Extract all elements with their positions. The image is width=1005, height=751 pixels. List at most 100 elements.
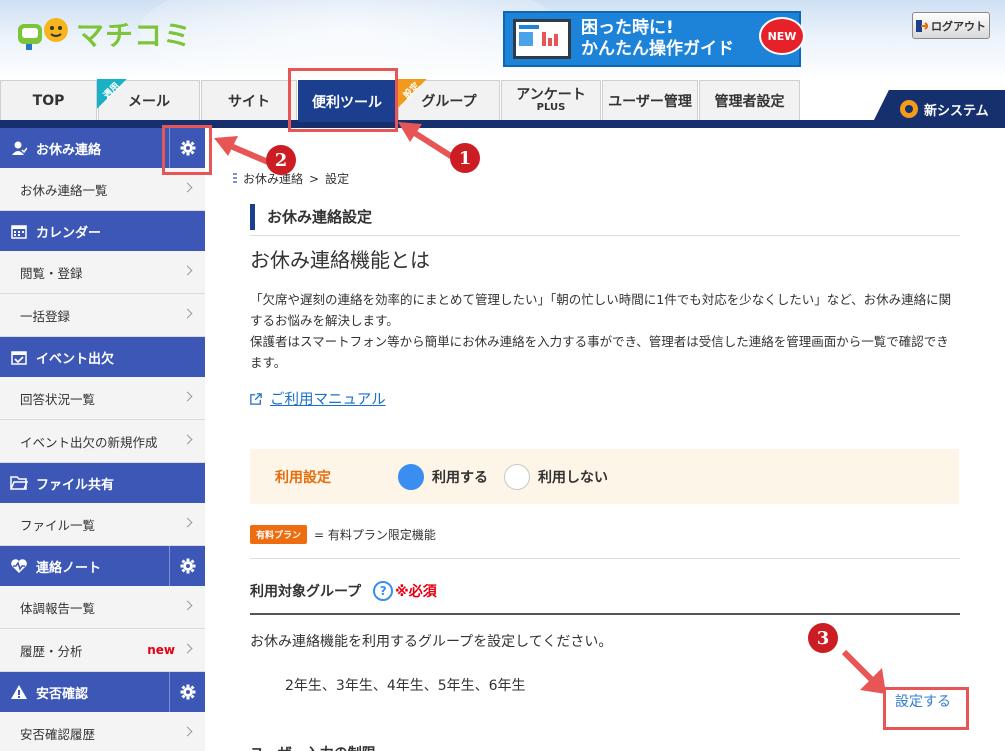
tab-badge-text: 週用 bbox=[102, 81, 122, 101]
new-system-label: 新システム bbox=[924, 103, 989, 119]
tab-badge: 週用 bbox=[97, 79, 127, 109]
tab-label: 管理者設定 bbox=[714, 93, 785, 110]
gear-icon bbox=[180, 684, 195, 700]
calendar-check-icon bbox=[10, 348, 28, 366]
tab-group[interactable]: 設定 グループ bbox=[397, 79, 500, 120]
header: マチコミ 困った時に! かんたん操作ガイド NEW ログアウト bbox=[0, 0, 1005, 80]
sidebar-section-safety[interactable]: 安否確認 bbox=[0, 672, 205, 712]
sidebar-item-label: 安否確認履歴 bbox=[20, 726, 96, 742]
sidebar-section-file-share[interactable]: ファイル共有 bbox=[0, 463, 205, 503]
sidebar-item-history-analysis[interactable]: 履歴・分析 new bbox=[0, 629, 205, 672]
tab-user-management[interactable]: ユーザー管理 bbox=[602, 80, 698, 120]
gear-icon bbox=[180, 558, 195, 574]
tab-label: ユーザー管理 bbox=[608, 93, 692, 110]
tab-badge: 設定 bbox=[397, 79, 427, 109]
manual-link-text: ご利用マニュアル bbox=[270, 392, 386, 408]
section-title: イベント出欠 bbox=[36, 351, 115, 367]
sidebar-item-label: 履歴・分析 bbox=[20, 643, 83, 659]
tab-label: TOP bbox=[32, 92, 65, 109]
section-title: カレンダー bbox=[36, 225, 102, 241]
tab-survey[interactable]: アンケート PLUS bbox=[501, 80, 601, 120]
sidebar-item-calendar-bulk[interactable]: 一括登録 bbox=[0, 294, 205, 337]
logo-text: マチコミ bbox=[76, 19, 193, 52]
sidebar-item-health-report[interactable]: 体調報告一覧 bbox=[0, 586, 205, 629]
chevron-right-icon bbox=[182, 517, 193, 528]
sidebar-item-label: 回答状況一覧 bbox=[20, 391, 96, 407]
sidebar-item-event-new[interactable]: イベント出欠の新規作成 bbox=[0, 420, 205, 463]
highlight-set-button bbox=[883, 687, 969, 730]
breadcrumb: お休み連絡 > 設定 bbox=[233, 170, 349, 187]
description-paragraph-2: 保護者はスマートフォン等から簡単にお休み連絡を入力する事ができ、管理者は受信した… bbox=[250, 334, 949, 370]
highlight-gear-button bbox=[162, 125, 212, 175]
feature-description: 「欠席や遅刻の連絡を効率的にまとめて管理したい」「朝の忙しい時間に1件でも対応を… bbox=[250, 289, 960, 373]
sidebar-section-calendar[interactable]: カレンダー bbox=[0, 211, 205, 251]
sidebar-section-contact-note[interactable]: 連絡ノート bbox=[0, 546, 205, 586]
tab-site[interactable]: サイト bbox=[201, 80, 297, 120]
banner-text: 困った時に! かんたん操作ガイド bbox=[581, 18, 734, 60]
tab-mail[interactable]: 週用 メール bbox=[97, 79, 200, 120]
tab-admin-settings[interactable]: 管理者設定 bbox=[699, 80, 800, 120]
chevron-right-icon bbox=[182, 600, 193, 611]
calendar-icon bbox=[10, 222, 28, 240]
logout-icon bbox=[916, 19, 928, 32]
use-setting-label: 利用設定 bbox=[275, 469, 331, 486]
paid-plan-note: 有料プラン = 有料プラン限定機能 bbox=[250, 525, 436, 544]
tab-top[interactable]: TOP bbox=[0, 80, 97, 120]
step-3-marker: 3 bbox=[808, 623, 838, 653]
use-on-radio[interactable] bbox=[398, 463, 424, 490]
use-off-label[interactable]: 利用しない bbox=[538, 467, 608, 487]
title-accent-bar bbox=[250, 203, 255, 230]
sidebar-item-label: ファイル一覧 bbox=[20, 517, 96, 533]
page-title: お休み連絡設定 bbox=[250, 198, 960, 236]
section-divider bbox=[250, 613, 960, 615]
sidebar-section-event[interactable]: イベント出欠 bbox=[0, 337, 205, 377]
chevron-right-icon bbox=[182, 434, 193, 445]
sidebar-item-label: イベント出欠の新規作成 bbox=[20, 434, 158, 450]
feature-heading: お休み連絡機能とは bbox=[250, 248, 430, 272]
tab-label: グループ bbox=[421, 93, 477, 110]
sidebar-item-calendar-view[interactable]: 閲覧・登録 bbox=[0, 251, 205, 294]
logout-label: ログアウト bbox=[931, 19, 986, 33]
target-group-label: 利用対象グループ bbox=[250, 584, 362, 600]
guide-banner[interactable]: 困った時に! かんたん操作ガイド NEW bbox=[503, 11, 805, 67]
section-title: ファイル共有 bbox=[36, 477, 115, 493]
sidebar-item-file-list[interactable]: ファイル一覧 bbox=[0, 503, 205, 546]
external-link-icon bbox=[250, 392, 262, 405]
tab-label: サイト bbox=[228, 93, 270, 110]
sidebar-item-label: お休み連絡一覧 bbox=[20, 182, 108, 198]
section-title: お休み連絡 bbox=[36, 142, 102, 158]
sidebar-item-label: 一括登録 bbox=[20, 308, 71, 324]
arrow-1-icon bbox=[398, 122, 456, 161]
divider bbox=[250, 558, 960, 559]
paid-plan-text: = 有料プラン限定機能 bbox=[314, 528, 436, 542]
highlight-tools-tab bbox=[288, 68, 398, 132]
tab-label: アンケート bbox=[516, 87, 586, 103]
heart-pulse-icon bbox=[10, 557, 28, 575]
breadcrumb-handle-icon bbox=[233, 172, 237, 185]
page-title-text: お休み連絡設定 bbox=[267, 208, 373, 226]
breadcrumb-current: 設定 bbox=[325, 172, 350, 186]
help-icon[interactable]: ? bbox=[373, 581, 394, 601]
warning-icon bbox=[10, 683, 28, 701]
use-off-radio[interactable] bbox=[504, 463, 530, 490]
safety-settings-gear-button[interactable] bbox=[169, 672, 205, 712]
logout-button[interactable]: ログアウト bbox=[912, 12, 990, 39]
step-1-marker: 1 bbox=[450, 143, 480, 173]
arrow-3-icon bbox=[841, 649, 886, 694]
new-system-link[interactable]: 新システム bbox=[870, 90, 1005, 128]
step-2-marker: 2 bbox=[266, 145, 296, 175]
sidebar-item-safety-history[interactable]: 安否確認履歴 bbox=[0, 712, 205, 751]
new-badge: new bbox=[147, 643, 175, 657]
manual-link[interactable]: ご利用マニュアル bbox=[250, 388, 386, 409]
person-icon bbox=[10, 139, 28, 157]
chevron-right-icon bbox=[182, 265, 193, 276]
sidebar-item-label: 体調報告一覧 bbox=[20, 600, 96, 616]
sidebar-item-event-status[interactable]: 回答状況一覧 bbox=[0, 377, 205, 420]
sidebar-item-label: 閲覧・登録 bbox=[20, 265, 83, 281]
main-nav: TOP 週用 メール サイト 便利ツール 設定 グループ アンケート PLUS … bbox=[0, 79, 1005, 128]
machicomi-logo[interactable]: マチコミ bbox=[16, 14, 192, 54]
contact-note-settings-gear-button[interactable] bbox=[169, 546, 205, 586]
monitor-icon bbox=[513, 19, 571, 59]
use-on-label[interactable]: 利用する bbox=[432, 467, 488, 487]
section-title: 安否確認 bbox=[36, 686, 89, 702]
